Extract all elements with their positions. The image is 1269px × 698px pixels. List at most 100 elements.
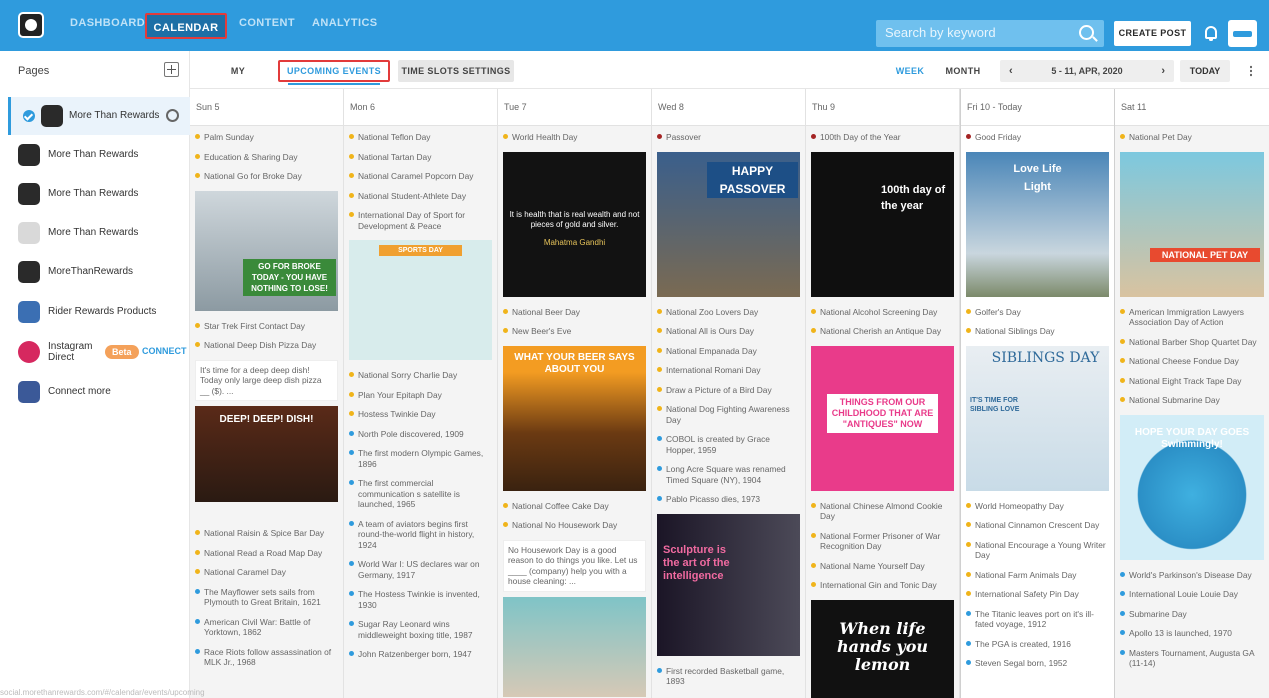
- event-item[interactable]: National Former Prisoner of War Recognit…: [811, 531, 954, 552]
- post-image-passover[interactable]: HAPPY PASSOVER: [657, 151, 800, 297]
- event-item[interactable]: National Farm Animals Day: [966, 570, 1109, 581]
- event-item[interactable]: 100th Day of the Year: [811, 132, 954, 143]
- sidebar-item-instagram-direct[interactable]: Instagram Direct Beta CONNECT: [10, 333, 192, 371]
- event-item[interactable]: World Health Day: [503, 132, 646, 143]
- chevron-right-icon[interactable]: ›: [1161, 60, 1165, 82]
- event-item[interactable]: National Barber Shop Quartet Day: [1120, 337, 1264, 348]
- tab-my-content[interactable]: MY CONTENT: [208, 60, 268, 98]
- event-item[interactable]: New Beer's Eve: [503, 326, 646, 337]
- event-item[interactable]: National Name Yourself Day: [811, 561, 954, 572]
- event-item[interactable]: National Beer Day: [503, 307, 646, 318]
- chevron-left-icon[interactable]: ‹: [1009, 60, 1013, 82]
- sidebar-item-page-2[interactable]: More Than Rewards: [10, 136, 192, 174]
- post-image-good-friday[interactable]: Love Life Light: [966, 151, 1109, 297]
- sidebar-item-connect-more[interactable]: Connect more: [10, 373, 192, 411]
- event-item[interactable]: International Day of Sport for Developme…: [349, 210, 492, 231]
- post-draft-text[interactable]: No Housework Day is a good reason to do …: [503, 539, 646, 592]
- sidebar-item-page-4[interactable]: More Than Rewards: [10, 214, 192, 252]
- post-image-go-for-broke[interactable]: GO FOR BROKE TODAY - YOU HAVE NOTHING TO…: [195, 190, 338, 311]
- event-item[interactable]: National Chinese Almond Cookie Day: [811, 501, 954, 522]
- event-item[interactable]: National Cheese Fondue Day: [1120, 356, 1264, 367]
- tab-time-slots-settings[interactable]: TIME SLOTS SETTINGS: [398, 60, 514, 82]
- notification-bell-icon[interactable]: [1205, 26, 1217, 41]
- event-item[interactable]: National Teflon Day: [349, 132, 492, 143]
- event-item[interactable]: International Gin and Tonic Day: [811, 580, 954, 591]
- event-item[interactable]: Masters Tournament, Augusta GA (11-14): [1120, 648, 1264, 669]
- event-item[interactable]: National Cinnamon Crescent Day: [966, 520, 1109, 531]
- sidebar-item-page-6[interactable]: Rider Rewards Products: [10, 293, 192, 331]
- post-image-pet-day[interactable]: NATIONAL PET DAY: [1120, 151, 1264, 297]
- post-draft-text[interactable]: It's time for a deep deep dish! Today on…: [195, 359, 338, 401]
- event-item[interactable]: Submarine Day: [1120, 609, 1264, 620]
- event-item[interactable]: North Pole discovered, 1909: [349, 429, 492, 440]
- event-item[interactable]: National All is Ours Day: [657, 326, 800, 337]
- nav-calendar[interactable]: CALENDAR: [145, 13, 227, 39]
- event-item[interactable]: National Student-Athlete Day: [349, 191, 492, 202]
- event-item[interactable]: Plan Your Epitaph Day: [349, 390, 492, 401]
- event-item[interactable]: National Coffee Cake Day: [503, 501, 646, 512]
- event-item[interactable]: The first modern Olympic Games, 1896: [349, 448, 492, 469]
- app-logo[interactable]: [18, 12, 44, 38]
- sidebar-item-page-1[interactable]: More Than Rewards: [8, 97, 190, 135]
- event-item[interactable]: John Ratzenberger born, 1947: [349, 649, 492, 660]
- event-item[interactable]: Race Riots follow assassination of MLK J…: [195, 647, 338, 668]
- event-item[interactable]: World War I: US declares war on Germany,…: [349, 559, 492, 580]
- event-item[interactable]: National Caramel Day: [195, 567, 338, 578]
- user-avatar[interactable]: [1228, 20, 1257, 47]
- nav-analytics[interactable]: ANALYTICS: [312, 17, 378, 29]
- event-item[interactable]: The Titanic leaves port on it's ill-fate…: [966, 609, 1109, 630]
- event-item[interactable]: Draw a Picture of a Bird Day: [657, 385, 800, 396]
- event-item[interactable]: World Homeopathy Day: [966, 501, 1109, 512]
- event-item[interactable]: National Empanada Day: [657, 346, 800, 357]
- event-item[interactable]: National Read a Road Map Day: [195, 548, 338, 559]
- nav-content[interactable]: CONTENT: [239, 17, 295, 29]
- event-item[interactable]: National Cherish an Antique Day: [811, 326, 954, 337]
- event-item[interactable]: Star Trek First Contact Day: [195, 321, 338, 332]
- post-image-100th-day[interactable]: 100th day of the year: [811, 151, 954, 297]
- event-item[interactable]: National Raisin & Spice Bar Day: [195, 528, 338, 539]
- event-item[interactable]: Sugar Ray Leonard wins middleweight boxi…: [349, 619, 492, 640]
- search-input[interactable]: [885, 25, 1065, 40]
- add-page-icon[interactable]: [164, 62, 179, 77]
- event-item[interactable]: National Siblings Day: [966, 326, 1109, 337]
- event-item[interactable]: National Deep Dish Pizza Day: [195, 340, 338, 351]
- gear-icon[interactable]: [166, 109, 179, 122]
- post-image-siblings-day[interactable]: SIBLINGS DAY IT'S TIME FOR SIBLING LOVE: [966, 345, 1109, 491]
- event-item[interactable]: First recorded Basketball game, 1893: [657, 666, 800, 687]
- event-item[interactable]: Golfer's Day: [966, 307, 1109, 318]
- event-item[interactable]: National Submarine Day: [1120, 395, 1264, 406]
- event-item[interactable]: National Eight Track Tape Day: [1120, 376, 1264, 387]
- event-item[interactable]: National Caramel Popcorn Day: [349, 171, 492, 182]
- post-image-submarine[interactable]: HOPE YOUR DAY GOES Swimmingly!: [1120, 414, 1264, 560]
- event-item[interactable]: The first commercial communication s sat…: [349, 478, 492, 510]
- post-image-deep-dish[interactable]: DEEP! DEEP! DISH!: [195, 406, 338, 502]
- event-item[interactable]: A team of aviators begins first round-th…: [349, 519, 492, 551]
- view-week-button[interactable]: WEEK: [895, 60, 925, 82]
- event-item[interactable]: World's Parkinson's Disease Day: [1120, 570, 1264, 581]
- event-item[interactable]: National Alcohol Screening Day: [811, 307, 954, 318]
- event-item[interactable]: American Immigration Lawyers Association…: [1120, 307, 1264, 328]
- post-image-housework[interactable]: [503, 596, 646, 697]
- view-month-button[interactable]: MONTH: [945, 60, 981, 82]
- event-item[interactable]: Education & Sharing Day: [195, 152, 338, 163]
- event-item[interactable]: Good Friday: [966, 132, 1109, 143]
- event-item[interactable]: The Mayflower sets sails from Plymouth t…: [195, 587, 338, 608]
- post-image-antiques[interactable]: THINGS FROM OUR CHILDHOOD THAT ARE "ANTI…: [811, 345, 954, 491]
- event-item[interactable]: Pablo Picasso dies, 1973: [657, 494, 800, 505]
- nav-dashboard[interactable]: DASHBOARD: [70, 17, 145, 29]
- create-post-button[interactable]: CREATE POST: [1114, 21, 1191, 46]
- post-image-beer[interactable]: WHAT YOUR BEER SAYS ABOUT YOU: [503, 345, 646, 491]
- event-item[interactable]: National Sorry Charlie Day: [349, 370, 492, 381]
- search-icon[interactable]: [1079, 25, 1094, 40]
- event-item[interactable]: National Encourage a Young Writer Day: [966, 540, 1109, 561]
- event-item[interactable]: American Civil War: Battle of Yorktown, …: [195, 617, 338, 638]
- event-item[interactable]: The PGA is created, 1916: [966, 639, 1109, 650]
- event-item[interactable]: National Go for Broke Day: [195, 171, 338, 182]
- tab-upcoming-events[interactable]: UPCOMING EVENTS: [278, 60, 390, 85]
- today-button[interactable]: TODAY: [1180, 60, 1230, 82]
- post-image-sculpture[interactable]: Sculpture is the art of the intelligence: [657, 513, 800, 656]
- event-item[interactable]: National Dog Fighting Awareness Day: [657, 404, 800, 425]
- event-item[interactable]: National Pet Day: [1120, 132, 1264, 143]
- event-item[interactable]: International Safety Pin Day: [966, 589, 1109, 600]
- event-item[interactable]: National Tartan Day: [349, 152, 492, 163]
